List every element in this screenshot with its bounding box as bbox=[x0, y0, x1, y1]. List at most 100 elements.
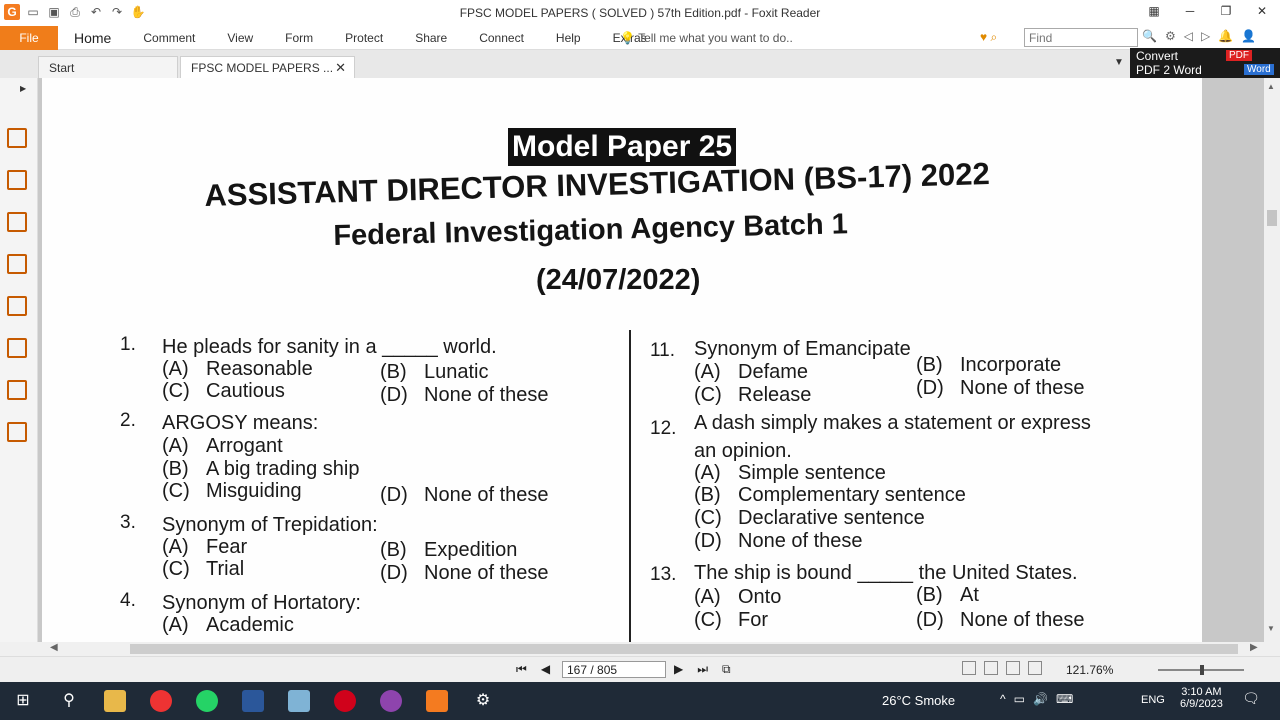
facing-page-icon[interactable] bbox=[1006, 661, 1020, 675]
last-page-icon[interactable]: ⏭ bbox=[697, 662, 708, 677]
window-controls: ▦ ─ ❐ ✕ bbox=[1136, 0, 1280, 22]
forward-icon[interactable]: ▷ bbox=[1201, 29, 1210, 43]
bookmark-panel-icon[interactable] bbox=[7, 128, 27, 148]
tab-protect[interactable]: Protect bbox=[329, 26, 399, 50]
tab-form[interactable]: Form bbox=[269, 26, 329, 50]
scroll-right-icon[interactable]: ▶ bbox=[1250, 642, 1258, 653]
tab-start[interactable]: Start bbox=[38, 56, 178, 78]
continuous-page-icon[interactable] bbox=[984, 661, 998, 675]
word-icon[interactable] bbox=[242, 690, 264, 712]
first-page-icon[interactable]: ⏮ bbox=[516, 662, 527, 677]
vertical-scrollbar[interactable]: ▲ ▼ bbox=[1264, 78, 1280, 642]
clock[interactable]: 3:10 AM 6/9/2023 bbox=[1180, 686, 1223, 710]
scroll-down-icon[interactable]: ▼ bbox=[1267, 624, 1275, 633]
question-number: 3. bbox=[120, 512, 136, 533]
view-mode-icon[interactable]: ⧉ bbox=[722, 662, 731, 677]
bell-icon[interactable]: 🔔 bbox=[1218, 29, 1233, 43]
tell-me-box[interactable]: 💡 Tell me what you want to do.. bbox=[620, 31, 793, 45]
settings-icon[interactable]: ⚙ bbox=[1165, 29, 1176, 43]
pdf-badge: PDF bbox=[1226, 50, 1252, 61]
option-a: (A) Fear bbox=[162, 536, 248, 558]
convert-sub-label: PDF 2 Word bbox=[1136, 63, 1202, 77]
option-d: (D) None of these bbox=[916, 377, 1085, 399]
tab-dropdown-icon[interactable]: ▼ bbox=[1114, 57, 1124, 68]
opera-icon[interactable] bbox=[334, 690, 356, 712]
horizontal-scroll-thumb[interactable] bbox=[130, 644, 1238, 654]
zoom-slider-handle[interactable] bbox=[1200, 665, 1204, 675]
previous-page-icon[interactable]: ◀ bbox=[541, 662, 550, 677]
search-user-icon[interactable] bbox=[7, 422, 27, 442]
convert-pdf-to-word-button[interactable]: Convert PDF 2 Word PDF Word bbox=[1130, 48, 1280, 78]
question-text: Synonym of Trepidation: bbox=[162, 514, 378, 536]
comments-panel-icon[interactable] bbox=[7, 254, 27, 274]
minimize-button[interactable]: ─ bbox=[1172, 0, 1208, 22]
page-number-input[interactable]: 167 / 805 bbox=[562, 661, 666, 678]
question-text: Synonym of Emancipate bbox=[694, 338, 911, 360]
vertical-scroll-thumb[interactable] bbox=[1267, 210, 1277, 226]
pdf-page: Model Paper 25 ASSISTANT DIRECTOR INVEST… bbox=[42, 78, 1202, 642]
continuous-facing-icon[interactable] bbox=[1028, 661, 1042, 675]
tab-connect[interactable]: Connect bbox=[463, 26, 540, 50]
back-icon[interactable]: ◁ bbox=[1184, 29, 1193, 43]
next-page-icon[interactable]: ▶ bbox=[674, 662, 683, 677]
app-icon[interactable] bbox=[288, 690, 310, 712]
option-d: (D) None of these bbox=[380, 484, 549, 506]
file-menu-button[interactable]: File bbox=[0, 26, 58, 50]
security-lock-icon[interactable] bbox=[7, 380, 27, 400]
signature-panel-icon[interactable] bbox=[7, 338, 27, 358]
network-icon[interactable]: ▭ bbox=[1014, 692, 1025, 706]
lightbulb-icon: 💡 bbox=[620, 31, 635, 45]
document-viewport[interactable]: Model Paper 25 ASSISTANT DIRECTOR INVEST… bbox=[38, 78, 1264, 642]
language-indicator[interactable]: ENG bbox=[1141, 694, 1165, 706]
whatsapp-icon[interactable] bbox=[196, 690, 218, 712]
search-icon[interactable]: ⚲ bbox=[58, 690, 80, 712]
maximize-button[interactable]: ❐ bbox=[1208, 0, 1244, 22]
option-d: (D) None of these bbox=[380, 384, 549, 406]
page-navigation-next: ▶ ⏭ ⧉ bbox=[674, 662, 731, 677]
keyboard-icon[interactable]: ⌨ bbox=[1056, 692, 1073, 706]
weather-widget[interactable]: 26°C Smoke bbox=[882, 693, 955, 708]
tab-comment[interactable]: Comment bbox=[127, 26, 211, 50]
user-icon[interactable]: 👤 bbox=[1241, 29, 1256, 43]
tab-home[interactable]: Home bbox=[58, 26, 127, 50]
find-input[interactable]: Find bbox=[1024, 28, 1138, 47]
horizontal-scrollbar[interactable]: ◀ ▶ bbox=[38, 642, 1264, 656]
browser-icon[interactable] bbox=[380, 690, 402, 712]
question-text-continued: an opinion. bbox=[694, 440, 792, 462]
window-title: FPSC MODEL PAPERS ( SOLVED ) 57th Editio… bbox=[459, 6, 821, 20]
tab-help[interactable]: Help bbox=[540, 26, 597, 50]
option-a: (A) Reasonable bbox=[162, 358, 313, 380]
option-c: (C) Trial bbox=[162, 558, 245, 580]
search-icon[interactable]: 🔍 bbox=[1142, 29, 1157, 43]
close-button[interactable]: ✕ bbox=[1244, 0, 1280, 22]
system-tray: ^ ▭ 🔊 ⌨ bbox=[1000, 692, 1073, 706]
chevron-up-icon[interactable]: ^ bbox=[1000, 692, 1006, 706]
foxit-reader-icon[interactable] bbox=[426, 690, 448, 712]
layers-panel-icon[interactable] bbox=[7, 212, 27, 232]
attachments-panel-icon[interactable] bbox=[7, 296, 27, 316]
tab-document[interactable]: FPSC MODEL PAPERS ... ✕ bbox=[180, 56, 355, 78]
tab-view[interactable]: View bbox=[211, 26, 269, 50]
windows-start-icon[interactable]: ⊞ bbox=[12, 690, 34, 712]
close-tab-icon[interactable]: ✕ bbox=[335, 60, 346, 76]
scroll-left-icon[interactable]: ◀ bbox=[50, 642, 58, 653]
zoom-level[interactable]: 121.76% bbox=[1066, 663, 1113, 677]
settings-icon[interactable]: ⚙ bbox=[472, 690, 494, 712]
tab-share[interactable]: Share bbox=[399, 26, 463, 50]
expand-panel-icon[interactable]: ▶ bbox=[20, 84, 26, 93]
layout-icon[interactable]: ▦ bbox=[1136, 0, 1172, 22]
chrome-icon[interactable] bbox=[150, 690, 172, 712]
tell-me-text: Tell me what you want to do.. bbox=[638, 31, 793, 45]
question-number: 11. bbox=[650, 340, 676, 361]
pages-panel-icon[interactable] bbox=[7, 170, 27, 190]
title-bar: G ▭ ▣ ⎙ ↶ ↷ ✋ FPSC MODEL PAPERS ( SOLVED… bbox=[0, 0, 1280, 26]
volume-icon[interactable]: 🔊 bbox=[1033, 692, 1048, 706]
time-text: 3:10 AM bbox=[1181, 686, 1222, 698]
notification-icon[interactable]: 🗨 bbox=[1240, 690, 1262, 712]
column-divider bbox=[629, 330, 631, 642]
file-explorer-icon[interactable] bbox=[104, 690, 126, 712]
feedback-icon[interactable]: ♥ ⌕ bbox=[980, 30, 997, 45]
single-page-icon[interactable] bbox=[962, 661, 976, 675]
scroll-up-icon[interactable]: ▲ bbox=[1267, 82, 1275, 91]
question-text: He pleads for sanity in a _____ world. bbox=[162, 336, 497, 358]
